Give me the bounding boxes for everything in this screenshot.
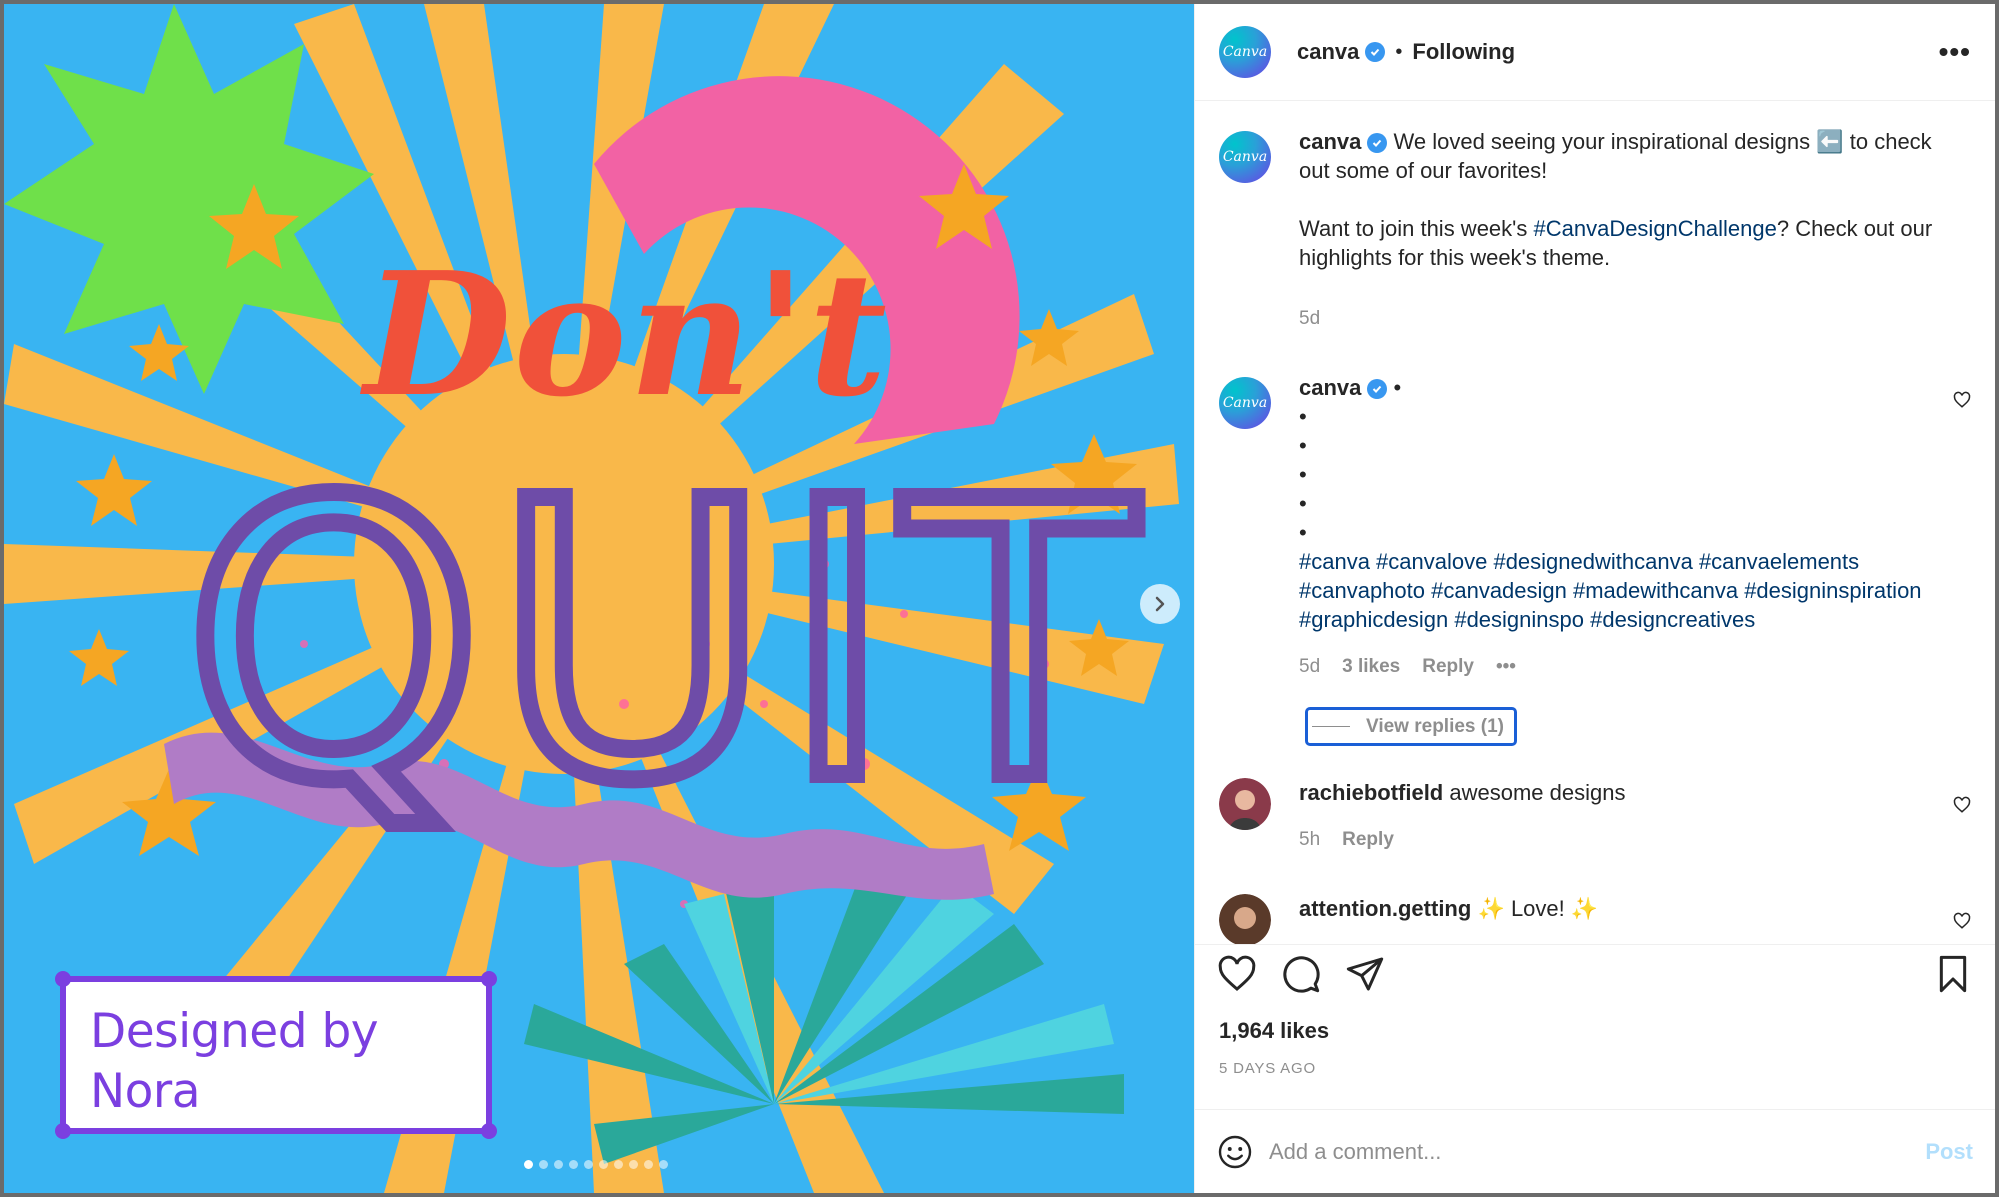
comment-username[interactable]: attention.getting [1299, 896, 1471, 921]
emoji-smiley-icon[interactable] [1217, 1134, 1253, 1170]
share-send-icon[interactable] [1345, 954, 1385, 994]
author-avatar[interactable]: Canva [1219, 26, 1271, 78]
post-media[interactable]: Don't QUIT Designed by Nora [4, 4, 1194, 1193]
svg-text:Don't: Don't [360, 235, 889, 435]
comment-bullets: • • • • • [1299, 404, 1307, 545]
save-bookmark-icon[interactable] [1933, 954, 1973, 994]
like-heart-icon[interactable] [1217, 954, 1257, 994]
carousel-dot [599, 1160, 608, 1169]
comment-meta: 5d [1299, 304, 1959, 333]
comment-bubble-icon[interactable] [1281, 954, 1321, 994]
like-comment-heart-icon[interactable] [1953, 796, 1971, 814]
add-comment-bar: Post [1195, 1109, 1995, 1193]
comment-time[interactable]: 5d [1299, 304, 1320, 333]
hashtag-link[interactable]: #CanvaDesignChallenge [1533, 216, 1776, 241]
author-username[interactable]: canva [1297, 39, 1359, 65]
post-likes-count[interactable]: 1,964 likes [1195, 1018, 1995, 1044]
more-options-icon[interactable]: ••• [1939, 36, 1971, 68]
comment-options-icon[interactable]: ••• [1496, 652, 1516, 681]
caption-comment: Canva canva We loved seeing your inspira… [1219, 127, 1971, 333]
comment-likes[interactable]: 3 likes [1342, 652, 1400, 681]
comment-meta: 5h Reply [1299, 825, 1959, 854]
chevron-right-icon [1155, 596, 1165, 612]
carousel-dot [584, 1160, 593, 1169]
comment-text: attention.getting ✨ Love! ✨ [1299, 896, 1599, 921]
post-timestamp[interactable]: 5 DAYS AGO [1195, 1060, 1995, 1077]
post-actions-bar [1195, 944, 1995, 1002]
carousel-indicator [524, 1160, 668, 1169]
header-separator: • [1395, 40, 1403, 63]
commenter-avatar[interactable]: Canva [1219, 131, 1271, 183]
comment-meta: 5d 3 likes Reply ••• [1299, 652, 1959, 681]
caption-line-2: Nora [90, 1064, 201, 1119]
like-comment-heart-icon[interactable] [1953, 391, 1971, 409]
post-modal: Don't QUIT Designed by Nora Canva canva … [4, 4, 1995, 1193]
view-replies-button[interactable]: View replies (1) [1305, 707, 1517, 746]
carousel-dot [539, 1160, 548, 1169]
like-comment-heart-icon[interactable] [1953, 912, 1971, 930]
svg-text:QUIT: QUIT [184, 421, 1145, 864]
verified-badge-icon [1367, 379, 1388, 400]
carousel-dot [569, 1160, 578, 1169]
carousel-dot [524, 1160, 533, 1169]
designed-by-caption-card: Designed by Nora [55, 971, 497, 1139]
carousel-dot [614, 1160, 623, 1169]
reply-button[interactable]: Reply [1342, 825, 1394, 854]
hashtag-comment: Canva canva • • • • • • #canva #canvalov… [1219, 373, 1971, 746]
commenter-avatar[interactable] [1219, 894, 1271, 944]
reply-button[interactable]: Reply [1422, 652, 1474, 681]
caption-line-1: Designed by [90, 1004, 379, 1059]
comments-list[interactable]: Canva canva We loved seeing your inspira… [1195, 101, 1995, 944]
commenter-avatar[interactable] [1219, 778, 1271, 830]
post-header: Canva canva • Following ••• [1195, 4, 1995, 101]
user-comment: attention.getting ✨ Love! ✨ [1219, 894, 1971, 944]
comment-username[interactable]: rachiebotfield [1299, 780, 1443, 805]
carousel-dot [629, 1160, 638, 1169]
carousel-dot [659, 1160, 668, 1169]
post-comment-button[interactable]: Post [1925, 1139, 1973, 1165]
follow-status-button[interactable]: Following [1412, 39, 1515, 65]
carousel-next-button[interactable] [1140, 584, 1180, 624]
carousel-dot [554, 1160, 563, 1169]
verified-badge-icon [1367, 133, 1388, 154]
post-side-panel: Canva canva • Following ••• Canva canva … [1194, 4, 1995, 1193]
comment-text: rachiebotfield awesome designs [1299, 780, 1626, 805]
verified-badge-icon [1365, 42, 1386, 62]
comment-username[interactable]: canva [1299, 375, 1361, 400]
user-comment: rachiebotfield awesome designs 5h Reply [1219, 778, 1971, 854]
hashtag-list[interactable]: #canva #canvalove #designedwithcanva #ca… [1299, 549, 1922, 632]
comment-text: canva • • • • • • #canva #canvalove #des… [1299, 375, 1922, 632]
commenter-avatar[interactable]: Canva [1219, 377, 1271, 429]
comment-time[interactable]: 5h [1299, 825, 1320, 854]
comment-input[interactable] [1269, 1138, 1926, 1165]
carousel-dot [644, 1160, 653, 1169]
comment-time[interactable]: 5d [1299, 652, 1320, 681]
comment-text: canva We loved seeing your inspirational… [1299, 129, 1933, 270]
comment-username[interactable]: canva [1299, 129, 1361, 154]
